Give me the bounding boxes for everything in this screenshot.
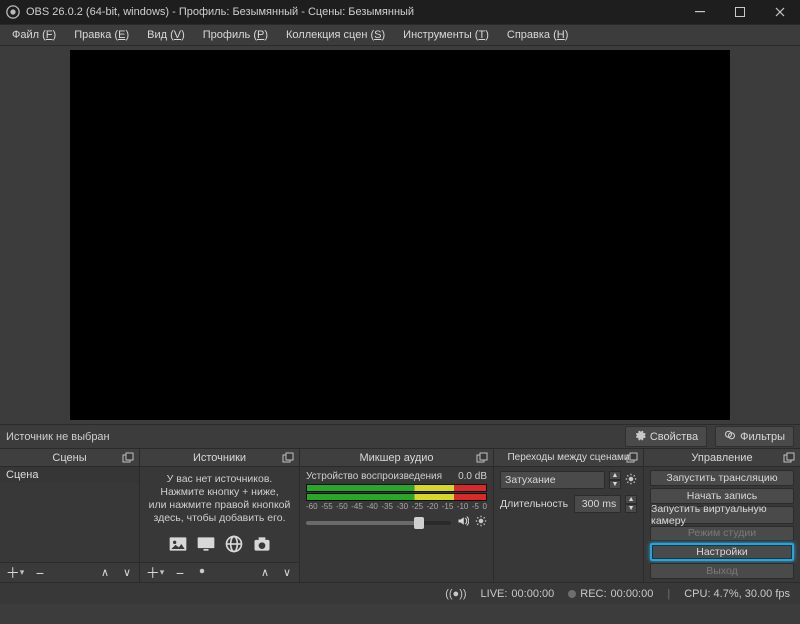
transition-select[interactable]: Затухание	[500, 471, 605, 489]
sources-dock: Источники У вас нет источников. Нажмите …	[140, 449, 300, 582]
audio-meter-scale: -60-55-50-45-40-35-30-25-20-15-10-50	[306, 502, 487, 511]
menu-help[interactable]: Справка (H)	[499, 27, 577, 43]
volume-slider[interactable]	[306, 521, 451, 525]
status-cpu: CPU: 4.7%, 30.00 fps	[684, 588, 790, 600]
transition-select-up[interactable]: ▲	[609, 471, 621, 480]
start-virtual-camera-button[interactable]: Запустить виртуальную камеру	[650, 506, 794, 524]
title-bar: OBS 26.0.2 (64-bit, windows) - Профиль: …	[0, 0, 800, 24]
audio-meter	[306, 484, 487, 492]
undock-icon[interactable]	[281, 451, 295, 465]
globe-source-icon	[222, 534, 246, 557]
menu-edit[interactable]: Правка (E)	[66, 27, 137, 43]
transition-settings-button[interactable]	[625, 473, 637, 488]
no-source-selected-label: Источник не выбран	[6, 431, 617, 443]
record-dot-icon	[568, 590, 576, 598]
transitions-dock-header: Переходы между сценами	[494, 449, 643, 467]
sources-empty-text: У вас нет источников. Нажмите кнопку + н…	[140, 467, 299, 530]
source-toolbar: Источник не выбран Свойства Фильтры	[0, 424, 800, 448]
sources-dock-title: Источники	[193, 452, 246, 464]
transition-select-value: Затухание	[505, 474, 556, 486]
scene-item[interactable]: Сцена	[0, 467, 139, 483]
gear-icon	[634, 429, 646, 444]
image-source-icon	[166, 534, 190, 557]
mixer-track-level: 0.0 dB	[458, 471, 487, 482]
sources-list[interactable]: У вас нет источников. Нажмите кнопку + н…	[140, 467, 299, 562]
menu-file[interactable]: Файл (F)	[4, 27, 64, 43]
menu-profile[interactable]: Профиль (P)	[195, 27, 276, 43]
menu-bar: Файл (F) Правка (E) Вид (V) Профиль (P) …	[0, 24, 800, 46]
window-close-button[interactable]	[760, 0, 800, 24]
scene-transitions-dock: Переходы между сценами Затухание ▲ ▼ Дли…	[494, 449, 644, 582]
mixer-dock-header: Микшер аудио	[300, 449, 493, 467]
menu-view[interactable]: Вид (V)	[139, 27, 193, 43]
menu-scene-collection[interactable]: Коллекция сцен (S)	[278, 27, 393, 43]
audio-meter	[306, 493, 487, 501]
mixer-track-settings-button[interactable]	[475, 515, 487, 530]
source-properties-button[interactable]: Свойства	[625, 426, 707, 447]
signal-icon: ((●))	[445, 588, 466, 600]
remove-source-button[interactable]: −	[170, 564, 190, 582]
mixer-track-name: Устройство воспроизведения	[306, 471, 442, 482]
transitions-dock-title: Переходы между сценами	[507, 452, 629, 463]
source-settings-button[interactable]	[192, 564, 212, 582]
scene-move-up-button[interactable]: ∧	[95, 564, 115, 582]
controls-dock-title: Управление	[691, 452, 752, 464]
undock-icon[interactable]	[625, 451, 639, 465]
mixer-track: Устройство воспроизведения 0.0 dB -60-55…	[300, 467, 493, 534]
window-minimize-button[interactable]	[680, 0, 720, 24]
controls-dock-header: Управление	[644, 449, 800, 467]
camera-source-icon	[250, 534, 274, 557]
scenes-dock-title: Сцены	[52, 452, 86, 464]
undock-icon[interactable]	[782, 451, 796, 465]
sources-dock-header: Источники	[140, 449, 299, 467]
window-maximize-button[interactable]	[720, 0, 760, 24]
source-filters-button[interactable]: Фильтры	[715, 426, 794, 447]
scene-move-down-button[interactable]: ∨	[117, 564, 137, 582]
transition-select-down[interactable]: ▼	[609, 480, 621, 489]
status-rec: REC: 00:00:00	[568, 588, 653, 600]
transition-duration-value: 300 ms	[582, 498, 616, 510]
duration-spin-down[interactable]: ▼	[625, 504, 637, 513]
menu-tools[interactable]: Инструменты (T)	[395, 27, 497, 43]
remove-scene-button[interactable]: −	[30, 564, 50, 582]
undock-icon[interactable]	[475, 451, 489, 465]
status-live: LIVE: 00:00:00	[481, 588, 555, 600]
speaker-icon[interactable]	[457, 515, 469, 530]
undock-icon[interactable]	[121, 451, 135, 465]
scenes-list[interactable]: Сцена	[0, 467, 139, 562]
add-source-button[interactable]: ＋▾	[142, 564, 168, 582]
source-filters-label: Фильтры	[740, 431, 785, 443]
source-properties-label: Свойства	[650, 431, 698, 443]
preview-area	[0, 46, 800, 424]
settings-button[interactable]: Настройки	[650, 543, 794, 561]
filters-icon	[724, 429, 736, 444]
mixer-dock-title: Микшер аудио	[359, 452, 433, 464]
transition-duration-label: Длительность	[500, 498, 570, 510]
controls-dock: Управление Запустить трансляцию Начать з…	[644, 449, 800, 582]
display-source-icon	[194, 534, 218, 557]
transition-duration-input[interactable]: 300 ms	[574, 495, 621, 513]
status-bar: ((●)) LIVE: 00:00:00 REC: 00:00:00 | CPU…	[0, 582, 800, 604]
start-recording-button[interactable]: Начать запись	[650, 488, 794, 504]
studio-mode-button[interactable]: Режим студии	[650, 526, 794, 542]
exit-button[interactable]: Выход	[650, 563, 794, 579]
window-title: OBS 26.0.2 (64-bit, windows) - Профиль: …	[26, 6, 680, 18]
source-move-down-button[interactable]: ∨	[277, 564, 297, 582]
scenes-dock-header: Сцены	[0, 449, 139, 467]
obs-logo-icon	[6, 5, 20, 19]
docks-row: Сцены Сцена ＋▾ − ∧ ∨ Источники У вас нет…	[0, 448, 800, 582]
audio-mixer-dock: Микшер аудио Устройство воспроизведения …	[300, 449, 494, 582]
source-move-up-button[interactable]: ∧	[255, 564, 275, 582]
status-connection: ((●))	[445, 588, 466, 600]
preview-canvas[interactable]	[70, 50, 730, 420]
scenes-dock: Сцены Сцена ＋▾ − ∧ ∨	[0, 449, 140, 582]
add-scene-button[interactable]: ＋▾	[2, 564, 28, 582]
duration-spin-up[interactable]: ▲	[625, 495, 637, 504]
start-streaming-button[interactable]: Запустить трансляцию	[650, 470, 794, 486]
